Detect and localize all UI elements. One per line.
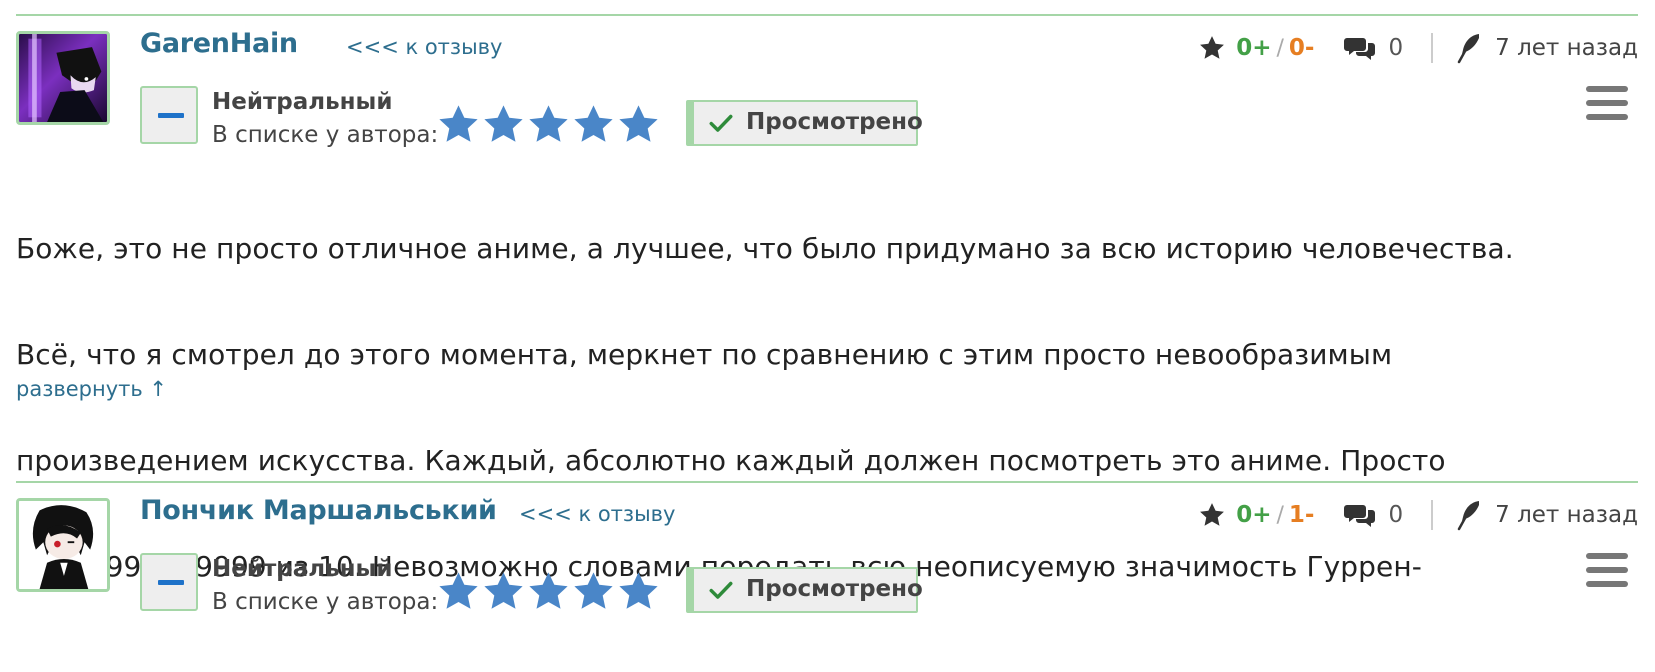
comments-count: 0 (1388, 502, 1404, 528)
hamburger-menu-icon[interactable] (1586, 553, 1628, 587)
watched-label: Просмотрено (746, 576, 923, 602)
comment-meta: 0+ / 1- 0 7 лет назад (1198, 498, 1638, 532)
review-status: Нейтральный (212, 556, 393, 582)
meta-divider (1431, 500, 1434, 530)
speech-bubbles-icon[interactable] (1344, 34, 1376, 62)
star-icon (484, 105, 523, 142)
time-ago: 7 лет назад (1495, 502, 1638, 528)
watched-status-badge: Просмотрено (686, 567, 923, 613)
meta-divider (1431, 33, 1434, 63)
star-icon (1200, 503, 1225, 526)
star-icon (439, 105, 478, 142)
avatar-image (19, 501, 107, 589)
comment-text-line: Всё, что я смотрел до этого момента, мер… (16, 338, 1393, 371)
hamburger-menu-icon[interactable] (1586, 86, 1628, 120)
star-icon (529, 572, 568, 609)
rating-stars (436, 102, 661, 147)
rating-stars (436, 569, 661, 614)
star-icon (529, 105, 568, 142)
votes-negative[interactable]: 1- (1289, 502, 1315, 528)
comment-divider (16, 481, 1638, 483)
avatar[interactable] (16, 31, 110, 125)
time-ago: 7 лет назад (1495, 35, 1638, 61)
avatar-image (19, 34, 107, 122)
watched-status-badge: Просмотрено (686, 100, 923, 146)
back-to-review-link[interactable]: <<< к отзыву (519, 502, 675, 526)
star-icon (439, 572, 478, 609)
star-icon (574, 105, 613, 142)
in-author-list-label: В списке у автора: (212, 122, 439, 148)
comment-meta: 0+ / 0- 0 7 лет назад (1198, 31, 1638, 65)
review-comment: GarenHain <<< к отзыву Нейтральный В спи… (16, 14, 1638, 583)
star-icon (574, 572, 613, 609)
watched-label: Просмотрено (746, 109, 923, 135)
avatar[interactable] (16, 498, 110, 592)
comment-text-line: произведением искусства. Каждый, абсолют… (16, 444, 1446, 477)
comment-text-line: Боже, это не просто отличное аниме, а лу… (16, 232, 1514, 265)
votes-separator: / (1276, 35, 1284, 61)
feather-quill-icon (1457, 501, 1480, 531)
star-icon (619, 572, 658, 609)
feather-quill-icon (1457, 34, 1480, 64)
star-icon (1200, 36, 1225, 59)
username[interactable]: GarenHain (140, 28, 298, 59)
expand-link[interactable]: развернуть ↑ (16, 377, 167, 401)
minus-icon (158, 580, 184, 585)
in-author-list-label: В списке у автора: (212, 589, 439, 615)
username[interactable]: Пончик Маршальський (140, 495, 497, 526)
checkmark-icon (709, 114, 733, 132)
minus-icon (158, 113, 184, 118)
vote-button[interactable] (140, 553, 198, 611)
votes-negative[interactable]: 0- (1289, 35, 1315, 61)
star-icon (619, 105, 658, 142)
back-to-review-link[interactable]: <<< к отзыву (346, 35, 502, 59)
comments-count: 0 (1388, 35, 1404, 61)
review-status: Нейтральный (212, 89, 393, 115)
checkmark-icon (709, 581, 733, 599)
vote-button[interactable] (140, 86, 198, 144)
comment-divider (16, 14, 1638, 16)
speech-bubbles-icon[interactable] (1344, 501, 1376, 529)
votes-positive[interactable]: 0+ (1236, 502, 1271, 528)
votes-separator: / (1276, 502, 1284, 528)
review-comment: Пончик Маршальський <<< к отзыву Нейтрал… (16, 481, 1638, 672)
votes-positive[interactable]: 0+ (1236, 35, 1271, 61)
star-icon (484, 572, 523, 609)
